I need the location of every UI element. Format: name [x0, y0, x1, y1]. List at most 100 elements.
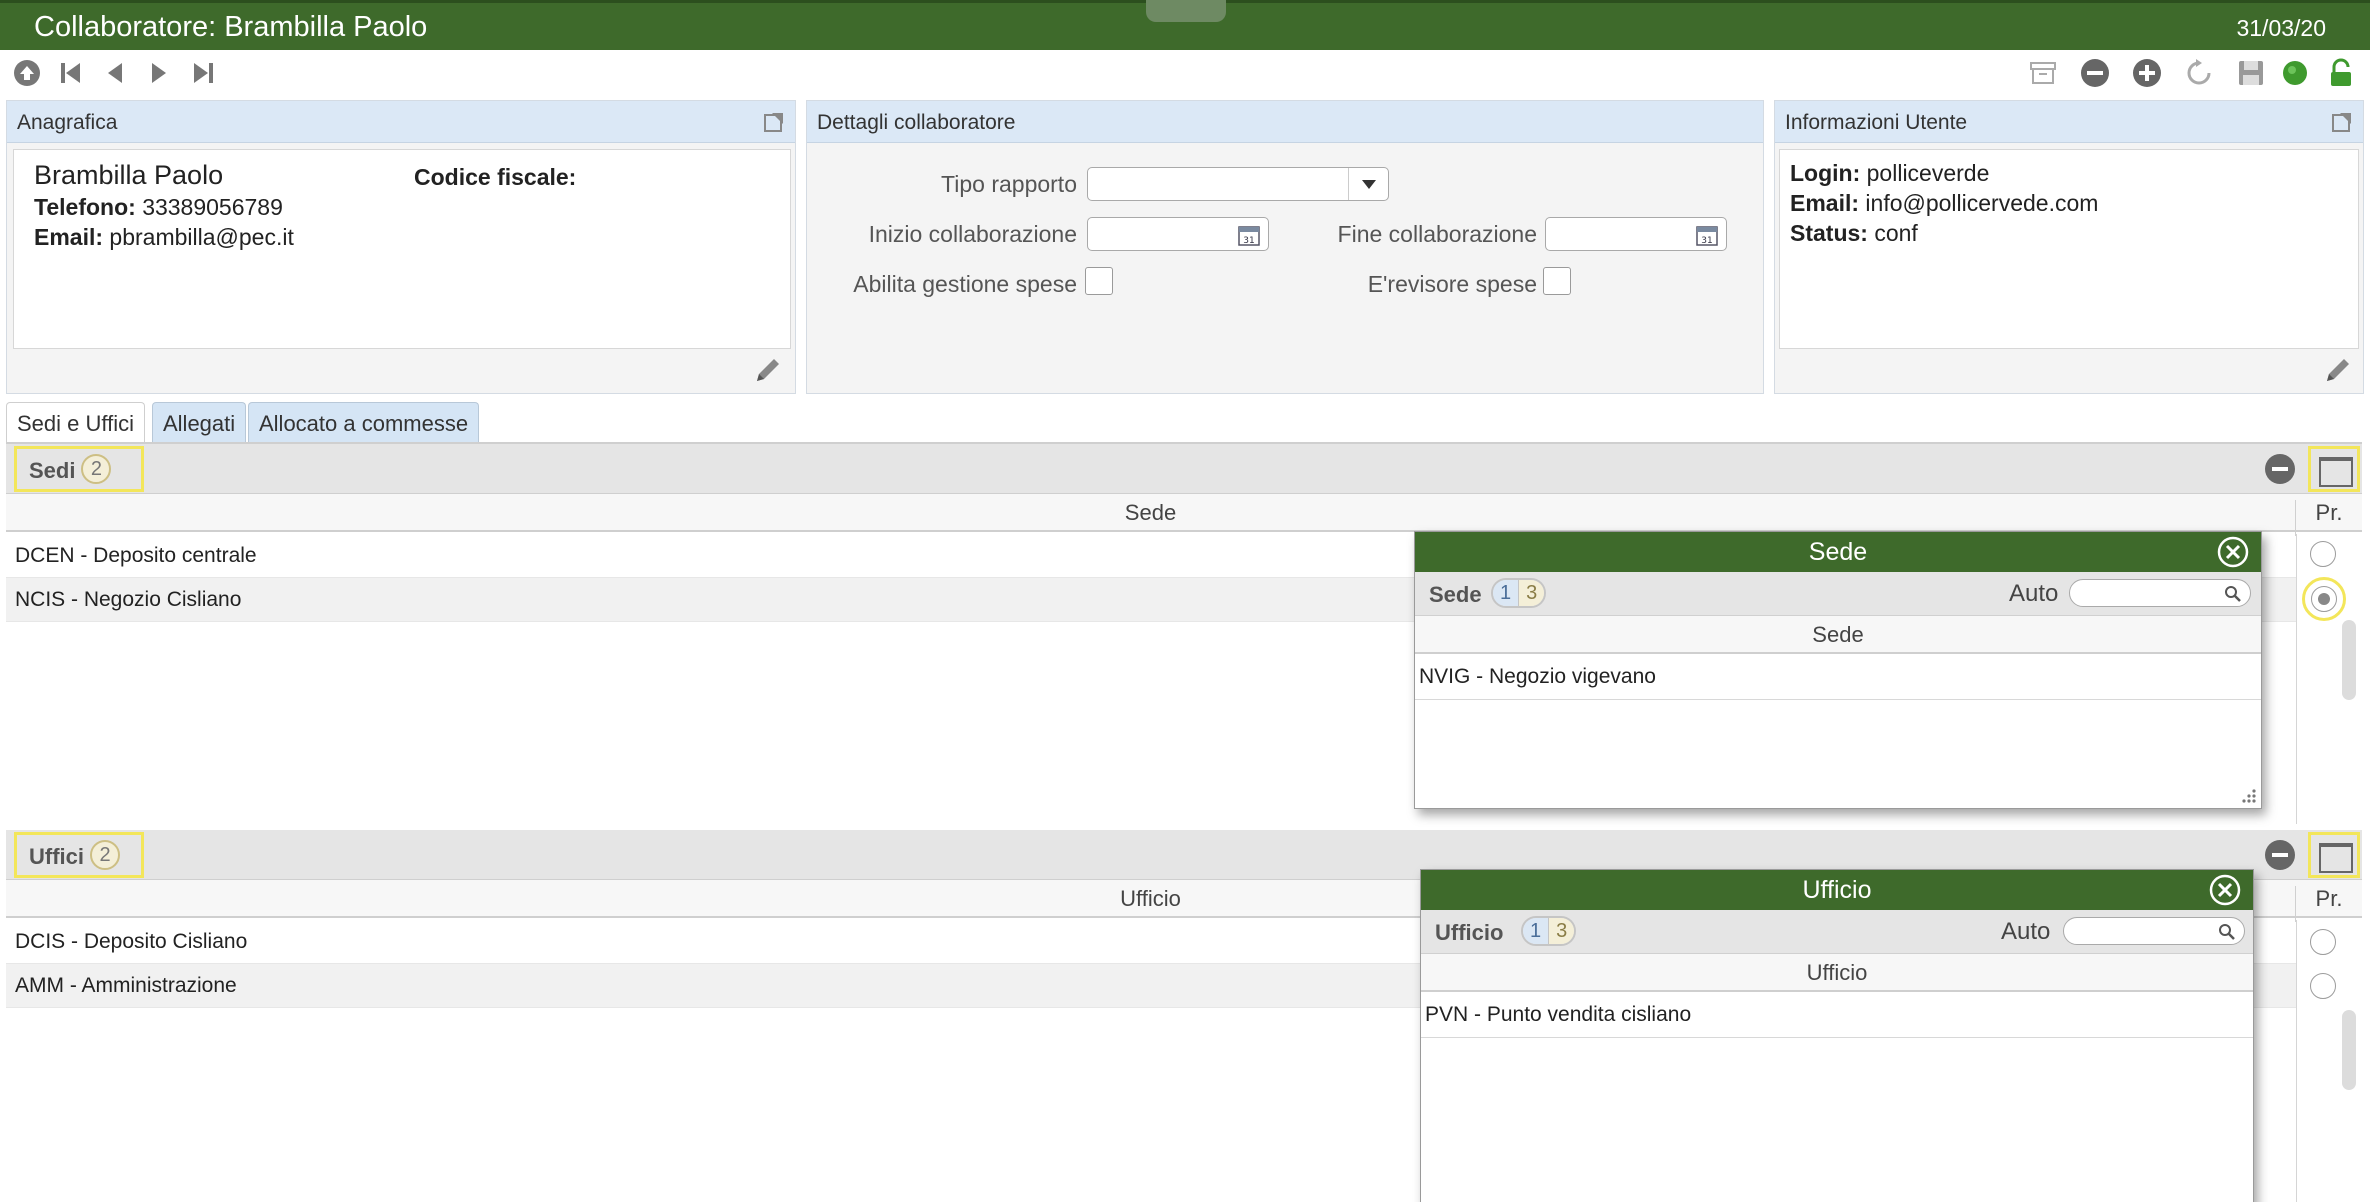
- archive-icon[interactable]: [2028, 58, 2058, 88]
- telefono-value: 33389056789: [142, 194, 283, 220]
- refresh-icon[interactable]: [2184, 58, 2214, 88]
- sedi-scrollbar[interactable]: [2342, 620, 2356, 700]
- sede-popup-column[interactable]: Sede: [1415, 616, 2261, 654]
- remove-sede-icon[interactable]: [2264, 453, 2296, 485]
- revisore-spese-label: E'revisore spese: [1367, 271, 1537, 297]
- status-dot-icon: [2280, 58, 2310, 88]
- tab-sedi-uffici[interactable]: Sedi e Uffici: [6, 402, 145, 442]
- page-total: 3: [1518, 580, 1545, 606]
- auto-label: Auto: [2001, 918, 2051, 945]
- remove-ufficio-icon[interactable]: [2264, 839, 2296, 871]
- tipo-rapporto-select[interactable]: [1087, 167, 1389, 201]
- sede-popup-toolbar: Sede 13 Auto: [1415, 572, 2261, 616]
- page-indicator[interactable]: 13: [1491, 578, 1547, 608]
- info-utente-title: Informazioni Utente: [1785, 111, 1968, 134]
- uffici-scrollbar[interactable]: [2342, 1010, 2356, 1090]
- dettagli-header: Dettagli collaboratore: [807, 101, 1763, 143]
- user-email-label: Email:: [1790, 190, 1860, 216]
- status-label: Status:: [1790, 220, 1868, 246]
- chevron-down-icon[interactable]: [1348, 168, 1388, 200]
- last-record-icon[interactable]: [188, 58, 218, 88]
- close-icon[interactable]: [2217, 536, 2249, 568]
- page-current: 1: [1493, 580, 1519, 606]
- info-utente-panel: Informazioni Utente Login: polliceverde …: [1774, 100, 2364, 394]
- sedi-title[interactable]: Sedi 2: [14, 446, 144, 492]
- ufficio-search-input[interactable]: [2063, 917, 2245, 945]
- collaborator-name: Brambilla Paolo: [34, 160, 224, 190]
- search-icon: [2219, 924, 2235, 940]
- tab-allegati[interactable]: Allegati: [152, 402, 247, 442]
- principale-radio[interactable]: [2310, 541, 2336, 567]
- principale-radio[interactable]: [2310, 929, 2336, 955]
- sede-popup-titlebar[interactable]: Sede: [1415, 532, 2261, 572]
- next-record-icon[interactable]: [144, 58, 174, 88]
- unlock-icon[interactable]: [2326, 58, 2356, 88]
- page-current: 1: [1523, 918, 1549, 944]
- ufficio-popup-titlebar[interactable]: Ufficio: [1421, 870, 2253, 910]
- edit-pencil-icon[interactable]: [753, 355, 783, 385]
- sedi-count-badge: 2: [81, 454, 112, 485]
- popout-icon[interactable]: [763, 111, 785, 133]
- tab-allocato-commesse[interactable]: Allocato a commesse: [248, 402, 480, 442]
- edit-pencil-icon[interactable]: [2323, 355, 2353, 385]
- ufficio-popup-column[interactable]: Ufficio: [1421, 954, 2253, 992]
- login-label: Login:: [1790, 160, 1861, 186]
- user-email-value: info@pollicervede.com: [1865, 190, 2099, 216]
- save-icon[interactable]: [2236, 58, 2266, 88]
- page-indicator[interactable]: 13: [1521, 916, 1577, 946]
- home-icon[interactable]: [12, 58, 42, 88]
- calendar-icon[interactable]: 31: [1696, 224, 1718, 246]
- uffici-count-badge: 2: [90, 840, 120, 871]
- uffici-title[interactable]: Uffici 2: [14, 832, 144, 878]
- popout-icon[interactable]: [2331, 111, 2353, 133]
- sedi-column-header: Sede Pr.: [6, 494, 2362, 536]
- inizio-collaborazione-label: Inizio collaborazione: [868, 221, 1077, 247]
- close-icon[interactable]: [2209, 874, 2241, 906]
- page-total: 3: [1548, 918, 1575, 944]
- prev-record-icon[interactable]: [100, 58, 130, 88]
- maximize-uffici-icon[interactable]: [2308, 832, 2360, 878]
- dettagli-title: Dettagli collaboratore: [817, 111, 1016, 134]
- add-icon[interactable]: [2132, 58, 2162, 88]
- fine-collaborazione-field[interactable]: 31: [1545, 217, 1727, 251]
- toolbar: [0, 50, 2370, 94]
- maximize-sedi-icon[interactable]: [2308, 446, 2360, 492]
- pr-column[interactable]: Pr.: [2296, 500, 2362, 526]
- delete-icon[interactable]: [2080, 58, 2110, 88]
- abilita-spese-label: Abilita gestione spese: [853, 271, 1077, 297]
- tipo-rapporto-label: Tipo rapporto: [941, 171, 1077, 197]
- first-record-icon[interactable]: [56, 58, 86, 88]
- search-icon: [2225, 586, 2241, 602]
- principale-radio-selected[interactable]: [2311, 586, 2337, 612]
- window-title: Collaboratore: Brambilla Paolo: [34, 11, 428, 43]
- ufficio-popup-label: Ufficio: [1435, 920, 1504, 945]
- svg-text:31: 31: [1243, 236, 1254, 246]
- list-item[interactable]: NVIG - Negozio vigevano: [1415, 654, 2261, 700]
- inizio-collaborazione-field[interactable]: 31: [1087, 217, 1269, 251]
- ufficio-popup-title: Ufficio: [1802, 876, 1872, 904]
- status-value: conf: [1874, 220, 1918, 246]
- anagrafica-title: Anagrafica: [17, 111, 118, 134]
- principale-radio[interactable]: [2310, 973, 2336, 999]
- auto-label: Auto: [2009, 580, 2059, 607]
- calendar-icon[interactable]: 31: [1238, 224, 1260, 246]
- title-bar: Collaboratore: Brambilla Paolo 31/03/20: [0, 0, 2370, 50]
- login-value: polliceverde: [1866, 160, 1990, 186]
- email-label: Email:: [34, 224, 104, 250]
- pr-column[interactable]: Pr.: [2296, 886, 2362, 912]
- anagrafica-body: Brambilla Paolo Codice fiscale: Telefono…: [13, 149, 791, 349]
- ufficio-popup-toolbar: Ufficio 13 Auto: [1421, 910, 2253, 954]
- fine-collaborazione-label: Fine collaborazione: [1337, 221, 1537, 247]
- sede-search-input[interactable]: [2069, 579, 2251, 607]
- resize-grip-icon[interactable]: [2241, 788, 2257, 804]
- drag-handle[interactable]: [1146, 0, 1226, 22]
- revisore-spese-checkbox[interactable]: [1543, 267, 1571, 295]
- list-item[interactable]: PVN - Punto vendita cisliano: [1421, 992, 2253, 1038]
- sede-popup-label: Sede: [1429, 582, 1482, 607]
- dettagli-panel: Dettagli collaboratore Tipo rapporto Ini…: [806, 100, 1764, 394]
- abilita-spese-checkbox[interactable]: [1085, 267, 1113, 295]
- anagrafica-panel: Anagrafica Brambilla Paolo Codice fiscal…: [6, 100, 796, 394]
- email-line: Email: pbrambilla@pec.it: [34, 224, 294, 251]
- sede-popup-title: Sede: [1808, 538, 1868, 566]
- status-line: Status: conf: [1790, 220, 1918, 247]
